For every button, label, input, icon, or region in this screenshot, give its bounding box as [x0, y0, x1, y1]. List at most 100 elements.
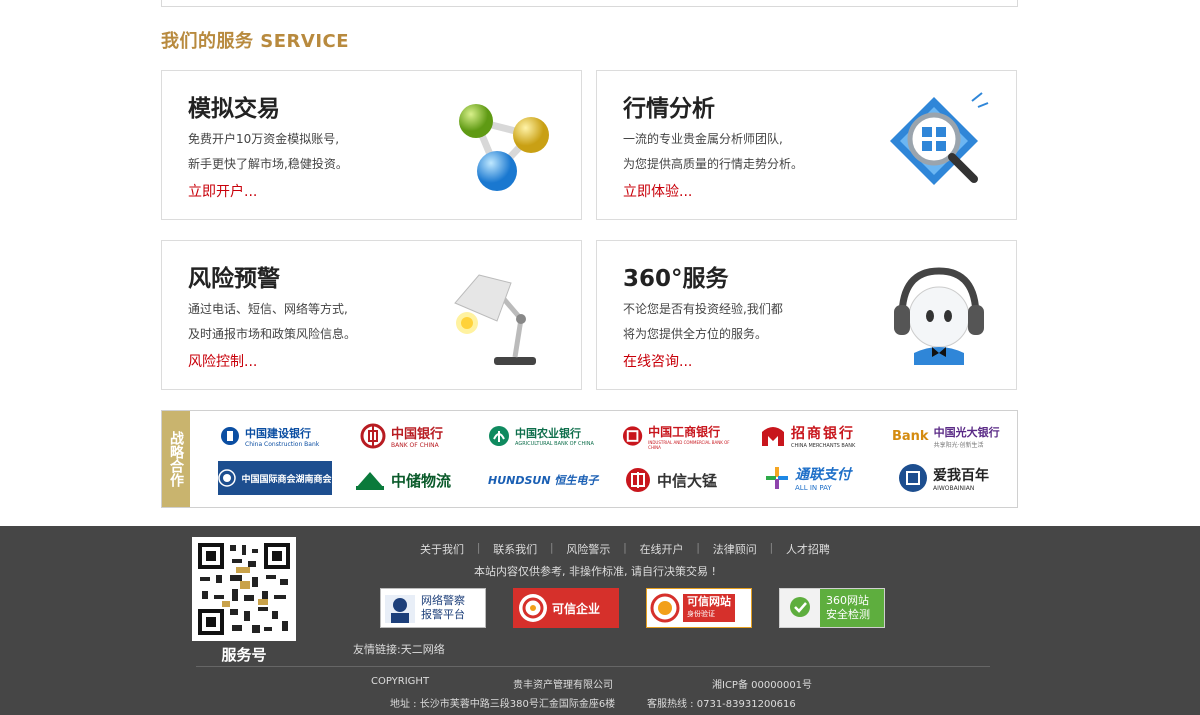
citic-logo-icon: [626, 468, 650, 492]
zhongchu-logo-icon: [356, 472, 384, 490]
card-desc-line2: 为您提供高质量的行情走势分析。: [623, 157, 804, 171]
card-title: 模拟交易: [188, 96, 280, 122]
cmb-logo-icon: [762, 427, 784, 446]
section-title: 我们的服务 SERVICE: [161, 31, 350, 52]
partner-logo-ccpit-hunan[interactable]: 中国国际商会湖南商会: [218, 461, 332, 495]
partner-name: 中储物流: [391, 471, 452, 490]
disclaimer-note: 本站内容仅供参考, 非操作标准, 请自行决策交易 !: [474, 565, 716, 578]
footer-link-legal[interactable]: 法律顾问: [713, 541, 757, 557]
risk-control-link[interactable]: 风险控制...: [188, 351, 257, 371]
service-card-market-analysis: 行情分析 一流的专业贵金属分析师团队, 为您提供高质量的行情走势分析。 立即体验…: [596, 70, 1017, 220]
partner-logo-cmb[interactable]: 招商银行 CHINA MERCHANTS BANK: [760, 419, 864, 453]
ccb-logo-icon: [221, 427, 239, 445]
partner-name: 中国银行: [391, 427, 444, 442]
card-title: 行情分析: [623, 96, 715, 122]
footer-divider: [196, 666, 990, 667]
qr-code-icon: [196, 541, 296, 641]
partner-name: 中国工商银行: [648, 424, 721, 439]
footer-nav-separator: |: [549, 541, 554, 554]
partner-name: 爱我百年: [933, 467, 989, 484]
badge-trusted-website[interactable]: 可信网站 身份验证: [646, 588, 752, 628]
partner-logo-ccb[interactable]: 中国建设银行 China Construction Bank: [220, 419, 335, 453]
boc-logo-icon: [360, 423, 386, 449]
company-name: 贵丰资产管理有限公司: [513, 680, 613, 691]
footer-nav-separator: |: [769, 541, 774, 554]
partner-logo-ceb[interactable]: Bank 中国光大银行共享阳光·创新生活: [892, 419, 1010, 453]
card-title: 360°服务: [623, 266, 729, 292]
partner-sub: INDUSTRIAL AND COMMERCIAL BANK OF CHINA: [648, 439, 730, 450]
shield-check-icon: [780, 589, 820, 627]
partner-logo-abc[interactable]: 中国农业银行 AGRICULTURAL BANK OF CHINA: [488, 419, 604, 453]
footer-nav-separator: |: [696, 541, 701, 554]
footer-nav-separator: |: [476, 541, 481, 554]
footer-link-about[interactable]: 关于我们: [420, 541, 464, 557]
ceb-logo-icon: Bank: [892, 428, 929, 444]
partner-sub: AIWOBAINIAN: [933, 484, 975, 492]
top-panel-edge: [161, 0, 1018, 7]
hotline: 客服热线 : 0731-83931200616: [647, 699, 796, 710]
molecule-icon: [459, 104, 549, 191]
badge-trusted-enterprise[interactable]: 可信企业: [513, 588, 619, 628]
footer-link-open-account[interactable]: 在线开户: [640, 541, 684, 557]
card-desc-line1: 不论您是否有投资经验,我们都: [623, 302, 783, 316]
footer-nav: 关于我们 | 联系我们 | 风险警示 | 在线开户 | 法律顾问 | 人才招聘: [420, 541, 830, 557]
ccpit-logo-icon: [218, 469, 237, 487]
police-icon: [385, 595, 415, 623]
open-account-link[interactable]: 立即开户...: [188, 181, 257, 201]
card-desc-line2: 将为您提供全方位的服务。: [623, 327, 768, 341]
partners-panel: 战略合作 中国建设银行 China Construction Bank 中国银行 B…: [161, 410, 1018, 508]
partners-label: 战略合作: [162, 411, 190, 507]
page-footer: 服务号 关于我们 | 联系我们 | 风险警示 | 在线开户 | 法律顾问 | 人…: [0, 526, 1200, 715]
desk-lamp-icon: [454, 274, 536, 365]
partner-logo-aiwobainian[interactable]: 爱我百年 AIWOBAINIAN: [898, 461, 1002, 495]
partner-name: 中国光大银行: [933, 425, 1000, 439]
badge-360-security[interactable]: 360网站 安全检测: [779, 588, 885, 628]
partner-logo-icbc[interactable]: 中国工商银行 INDUSTRIAL AND COMMERCIAL BANK OF …: [622, 419, 740, 453]
partner-logo-zhongchu[interactable]: 中储物流: [354, 463, 464, 497]
card-desc-line1: 免费开户10万资金模拟账号,: [188, 132, 340, 146]
badge-line1: 可信网站: [687, 595, 731, 608]
partner-logo-allinpay[interactable]: 通联支付 ALL IN PAY: [764, 461, 868, 495]
trusted-enterprise-icon: [519, 594, 547, 622]
icp-number[interactable]: 湘ICP备 00000001号: [712, 676, 812, 691]
badge-line2: 身份验证: [687, 610, 715, 618]
badge-line1: 360网站: [826, 594, 869, 607]
online-consult-link[interactable]: 在线咨询...: [623, 351, 692, 371]
try-now-link[interactable]: 立即体验...: [623, 181, 692, 201]
partner-sub: China Construction Bank: [245, 440, 320, 448]
partner-name: 中国国际商会湖南商会: [241, 474, 332, 485]
footer-nav-separator: |: [623, 541, 627, 554]
qr-code: [192, 537, 296, 641]
card-title: 风险预警: [188, 266, 280, 292]
partner-logo-hundsun[interactable]: HUNDSUN 恒生电子: [488, 463, 608, 497]
abc-logo-icon: [489, 426, 509, 446]
footer-link-risk-warning[interactable]: 风险警示: [566, 541, 610, 557]
icbc-logo-icon: [622, 426, 643, 446]
aiwobainian-logo-icon: [899, 464, 927, 492]
allinpay-logo-icon: [766, 467, 788, 489]
partner-name: HUNDSUN 恒生电子: [488, 474, 599, 487]
partner-sub: AGRICULTURAL BANK OF CHINA: [515, 441, 594, 447]
partner-name: 招商银行: [791, 426, 855, 442]
badge-line1: 网络警察: [421, 594, 465, 607]
footer-link-careers[interactable]: 人才招聘: [786, 541, 830, 557]
partner-logo-boc[interactable]: 中国银行 BANK OF CHINA: [360, 419, 464, 453]
partner-sub: 共享阳光·创新生活: [933, 441, 984, 449]
card-desc-line1: 通过电话、短信、网络等方式,: [188, 302, 348, 316]
partner-logo-citic-dameng[interactable]: 中信大锰: [624, 463, 738, 497]
badge-cyber-police[interactable]: 网络警察 报警平台: [380, 588, 486, 628]
badge-line1: 可信企业: [552, 601, 601, 616]
service-card-simulated-trading: 模拟交易 免费开户10万资金模拟账号, 新手更快了解市场,稳健投资。 立即开户.…: [161, 70, 582, 220]
badge-line2: 安全检测: [826, 608, 870, 621]
service-card-risk-warning: 风险预警 通过电话、短信、网络等方式, 及时通报市场和政策风险信息。 风险控制.…: [161, 240, 582, 390]
magnifier-analysis-icon: [890, 92, 989, 185]
qr-caption: 服务号: [221, 646, 267, 664]
footer-link-contact[interactable]: 联系我们: [493, 541, 537, 557]
partner-name: 中国建设银行: [245, 426, 311, 440]
copyright-label: COPYRIGHT: [371, 676, 430, 687]
friend-links[interactable]: 友情链接:天二网络: [353, 641, 445, 657]
card-desc-line2: 及时通报市场和政策风险信息。: [188, 327, 357, 341]
card-desc-line1: 一流的专业贵金属分析师团队,: [623, 132, 783, 146]
partner-name: 中国农业银行: [515, 427, 581, 440]
partner-sub: ALL IN PAY: [795, 484, 832, 492]
